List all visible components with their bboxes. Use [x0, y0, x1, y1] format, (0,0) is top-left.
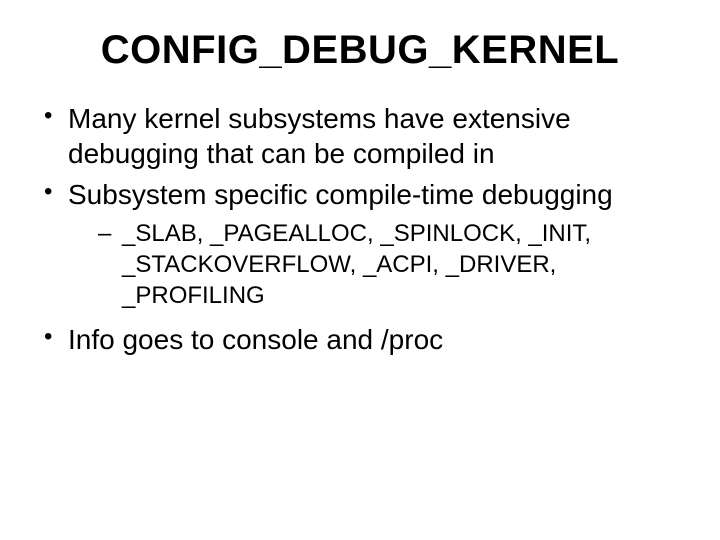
sub-bullet-text: _SLAB, _PAGEALLOC, _SPINLOCK, _INIT, _ST… — [122, 220, 591, 309]
bullet-list: Many kernel subsystems have extensive de… — [40, 101, 680, 357]
bullet-item: Many kernel subsystems have extensive de… — [40, 101, 680, 171]
bullet-item: Info goes to console and /proc — [40, 322, 680, 357]
slide-title: CONFIG_DEBUG_KERNEL — [40, 28, 680, 73]
slide: CONFIG_DEBUG_KERNEL Many kernel subsyste… — [0, 0, 720, 540]
bullet-text: Info goes to console and /proc — [68, 324, 443, 355]
bullet-item: Subsystem specific compile-time debuggin… — [40, 177, 680, 312]
bullet-text: Many kernel subsystems have extensive de… — [68, 103, 571, 169]
sub-bullet-item: _SLAB, _PAGEALLOC, _SPINLOCK, _INIT, _ST… — [68, 218, 680, 312]
sub-bullet-list: _SLAB, _PAGEALLOC, _SPINLOCK, _INIT, _ST… — [68, 218, 680, 312]
bullet-text: Subsystem specific compile-time debuggin… — [68, 179, 613, 210]
